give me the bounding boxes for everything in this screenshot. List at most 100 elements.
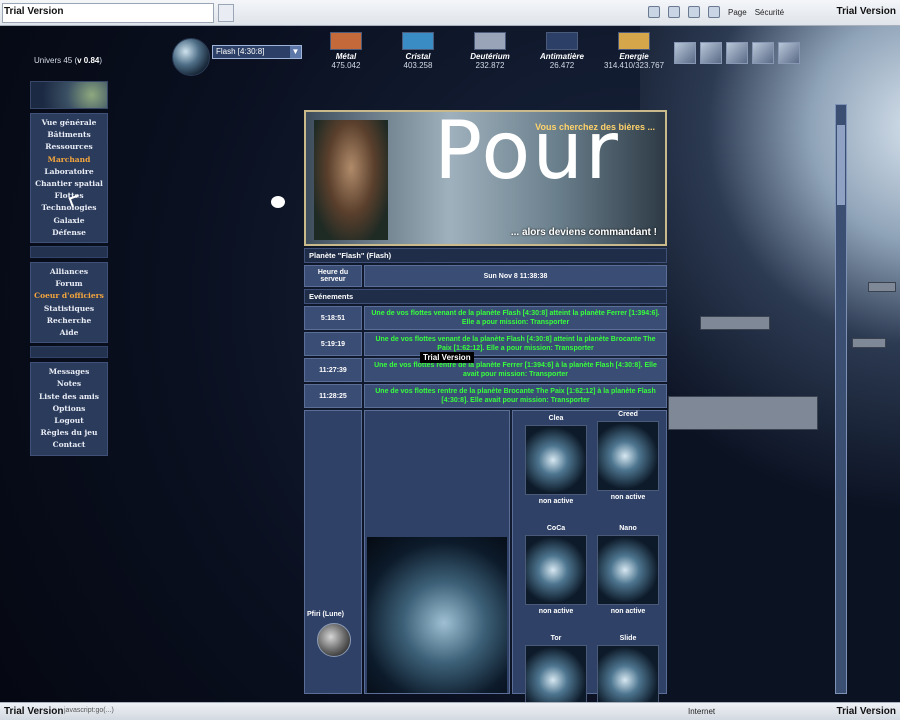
planet-card[interactable]: Tor [521,635,591,702]
menu-item[interactable]: Forum [31,278,107,290]
event-time: 11:27:39 [304,358,362,382]
commander-portrait [314,120,388,240]
planet-card[interactable]: Clea non active [521,415,591,505]
menu-item[interactable]: Logout [31,415,107,427]
new-tab-button[interactable] [218,4,234,22]
left-menu: Vue générale Bâtiments Ressources Marchand L… [30,81,108,456]
officers-bar [674,42,800,64]
universe-label: Univers 45 (v 0.84) [34,56,103,65]
space-background [640,26,900,702]
menu-item[interactable]: Options [31,403,107,415]
home-icon[interactable] [648,6,660,18]
event-row: 5:18:51 Une de vos flottes venant de la p… [304,306,667,330]
menu-item[interactable]: Marchand [31,154,107,166]
command-bar: Page Sécurité [648,6,784,18]
planet-image[interactable] [597,645,659,702]
menu-item[interactable]: Coeur d'officiers [31,290,107,302]
overview-content: Pour Vous cherchez des bières ... ... al… [304,110,667,702]
planet-status: non active [610,494,646,501]
resource-name: Deutérium [470,52,510,61]
menu-item[interactable]: Recherche [31,315,107,327]
moon-image[interactable] [317,623,351,657]
event-text[interactable]: Une de vos flottes rentre de la planète … [364,358,667,382]
menu-banner [30,81,108,109]
planet-card[interactable]: Nano non active [593,525,663,615]
planet-image[interactable] [597,535,659,605]
watermark-middle: Trial Version [420,352,474,363]
event-text[interactable]: Une de vos flottes venant de la planète … [364,306,667,330]
menu-item[interactable]: Technologies [31,202,107,214]
security-menu[interactable]: Sécurité [755,8,784,17]
menu-block-account: Messages Notes Liste des amis Options Logout… [30,362,108,456]
resource-4: Energie 314.410/323.767 [598,32,670,70]
menu-item[interactable]: Contact [31,439,107,451]
menu-item[interactable]: Défense [31,227,107,239]
menu-item[interactable]: Vue générale [31,117,107,129]
menu-item[interactable]: Bâtiments [31,129,107,141]
mail-icon[interactable] [688,6,700,18]
officer-geologist-icon[interactable] [752,42,774,64]
resource-name: Energie [619,52,649,61]
planet-image[interactable] [525,425,587,495]
menu-item[interactable]: Galaxie [31,215,107,227]
planet-card[interactable]: Creed non active [593,411,663,501]
officer-admiral-icon[interactable] [700,42,722,64]
print-icon[interactable] [708,6,720,18]
watermark-bottom-right: Trial Version [836,706,896,717]
officer-engineer-icon[interactable] [726,42,748,64]
resource-icon [474,32,506,50]
page-scrollbar[interactable] [835,104,847,694]
officer-commander-icon[interactable] [674,42,696,64]
event-text[interactable]: Une de vos flottes venant de la planète … [364,332,667,356]
events-title: Evénements [304,289,667,304]
planet-image[interactable] [525,535,587,605]
resource-value: 314.410/323.767 [603,61,665,70]
planet-image[interactable] [597,421,659,491]
planet-title: Planète "Flash" (Flash) [304,248,667,263]
menu-item[interactable]: Alliances [31,266,107,278]
main-planet-image [367,537,507,693]
planet-status: non active [538,498,574,505]
resource-icon [546,32,578,50]
planet-name: Slide [619,635,637,642]
menu-item[interactable]: Règles du jeu [31,427,107,439]
menu-item[interactable]: Notes [31,378,107,390]
feeds-icon[interactable] [668,6,680,18]
page-menu[interactable]: Page [728,8,747,17]
menu-block-main: Vue générale Bâtiments Ressources Marchand L… [30,113,108,244]
resource-value: 403.258 [403,61,433,70]
event-time: 5:19:19 [304,332,362,356]
menu-item[interactable]: Messages [31,366,107,378]
resource-icon [618,32,650,50]
planet-card[interactable]: CoCa non active [521,525,591,615]
browser-statusbar: Trial Version javascript:go(...) Interne… [0,702,900,720]
menu-item[interactable]: Aide [31,327,107,339]
promo-banner[interactable]: Pour Vous cherchez des bières ... ... al… [304,110,667,246]
planet-select[interactable]: Flash [4:30:8] ▼ [212,45,302,59]
menu-item[interactable]: Ressources [31,141,107,153]
browser-toolbar: Trial Version Page Sécurité Trial Versio… [0,0,900,26]
banner-bottom-text: ... alors deviens commandant ! [510,227,657,238]
resource-2: Deutérium 232.872 [454,32,526,70]
scrollbar-thumb[interactable] [837,125,845,205]
officer-technocrat-icon[interactable] [778,42,800,64]
event-time: 5:18:51 [304,306,362,330]
resource-1: Cristal 403.258 [382,32,454,70]
chevron-down-icon[interactable]: ▼ [290,46,301,58]
menu-divider [30,346,108,359]
planet-name: Creed [618,411,638,418]
event-text[interactable]: Une de vos flottes rentre de la planète … [364,384,667,408]
menu-item[interactable]: Laboratoire [31,166,107,178]
resource-icon [402,32,434,50]
spaceship-image [852,338,886,348]
menu-item[interactable]: Chantier spatial [31,178,107,190]
security-zone: Internet [688,707,716,716]
resource-icon [330,32,362,50]
menu-item[interactable]: Liste des amis [31,391,107,403]
planet-card[interactable]: Slide [593,635,663,702]
planet-image[interactable] [525,645,587,702]
current-planet-image[interactable] [172,38,210,76]
resources-bar: Métal 475.042 Cristal 403.258 Deutérium 232.8… [310,32,670,70]
planet-status: non active [610,608,646,615]
menu-item[interactable]: Statistiques [31,303,107,315]
